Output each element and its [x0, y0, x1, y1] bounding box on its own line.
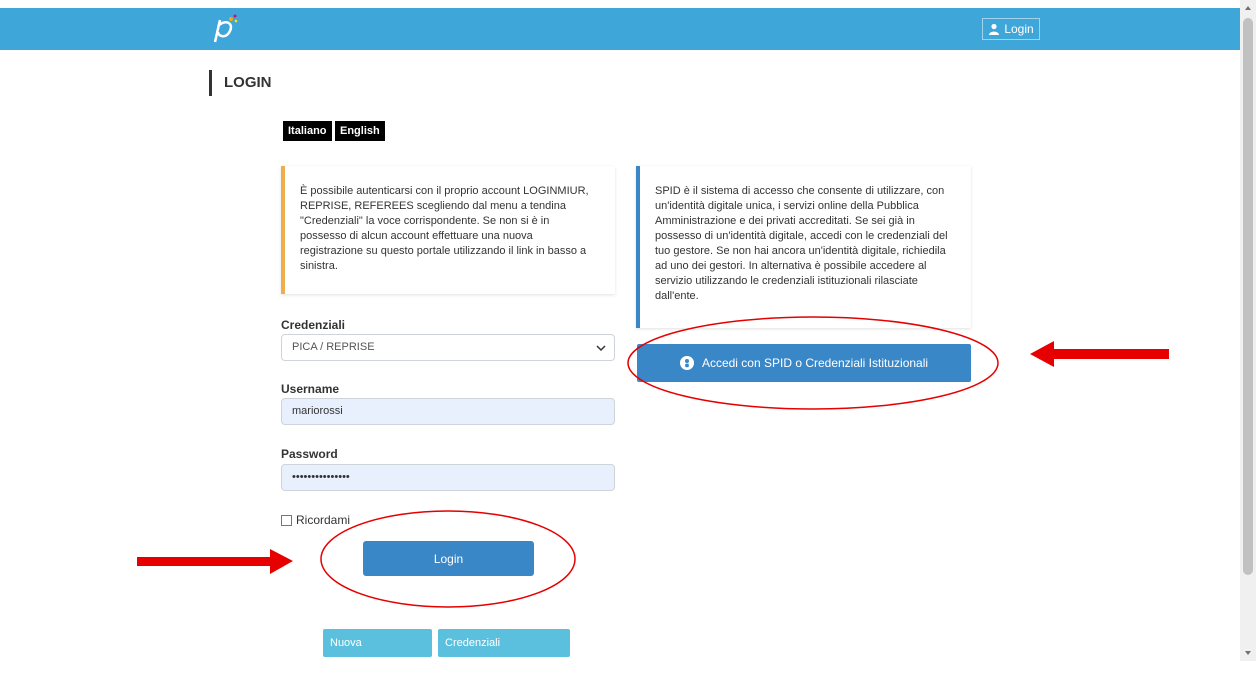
username-input[interactable]: mariorossi — [281, 398, 615, 425]
pica-logo-icon[interactable] — [206, 12, 242, 48]
credentials-select-value: PICA / REPRISE — [292, 341, 375, 353]
spid-person-icon — [679, 356, 694, 370]
scrollbar-thumb[interactable] — [1243, 18, 1253, 575]
username-label: Username — [281, 382, 340, 396]
page-title: LOGIN — [209, 70, 272, 96]
user-icon — [989, 23, 1000, 35]
navbar: Login — [0, 8, 1240, 50]
info-text-accounts: È possibile autenticarsi con il proprio … — [300, 185, 589, 272]
annotation-arrow-right-icon — [137, 549, 293, 574]
remember-label: Ricordami — [296, 513, 351, 527]
credentials-select[interactable]: PICA / REPRISE — [281, 334, 615, 361]
scroll-up-icon[interactable] — [1244, 4, 1252, 12]
nav-login-label: Login — [1004, 22, 1034, 36]
top-strip — [0, 0, 1240, 8]
chevron-down-icon — [596, 345, 606, 352]
annotation-overlay — [137, 316, 1169, 608]
language-english-button[interactable]: English — [335, 121, 385, 141]
spid-button-label: Accedi con SPID o Credenziali Istituzion… — [701, 356, 929, 370]
spid-login-button[interactable]: Accedi con SPID o Credenziali Istituzion… — [637, 344, 971, 382]
language-italian-button[interactable]: Italiano — [283, 121, 332, 141]
new-registration-button[interactable]: Nuova registrazione — [323, 629, 432, 677]
forgot-credentials-button[interactable]: Credenziali dimenticate? — [438, 629, 570, 677]
login-button[interactable]: Login — [363, 541, 534, 576]
info-text-spid: SPID è il sistema di accesso che consent… — [655, 185, 948, 302]
info-box-accounts: È possibile autenticarsi con il proprio … — [281, 166, 615, 294]
remember-checkbox[interactable] — [281, 514, 292, 526]
annotation-arrow-left-icon — [1030, 341, 1169, 367]
password-input[interactable]: ••••••••••••••• — [281, 464, 615, 491]
credentials-label: Credenziali — [281, 318, 346, 332]
nav-login-button[interactable]: Login — [982, 18, 1040, 40]
info-box-spid: SPID è il sistema di accesso che consent… — [636, 166, 971, 328]
remember-me[interactable]: Ricordami — [281, 513, 350, 527]
scroll-down-icon[interactable] — [1244, 649, 1252, 657]
password-label: Password — [281, 447, 338, 461]
